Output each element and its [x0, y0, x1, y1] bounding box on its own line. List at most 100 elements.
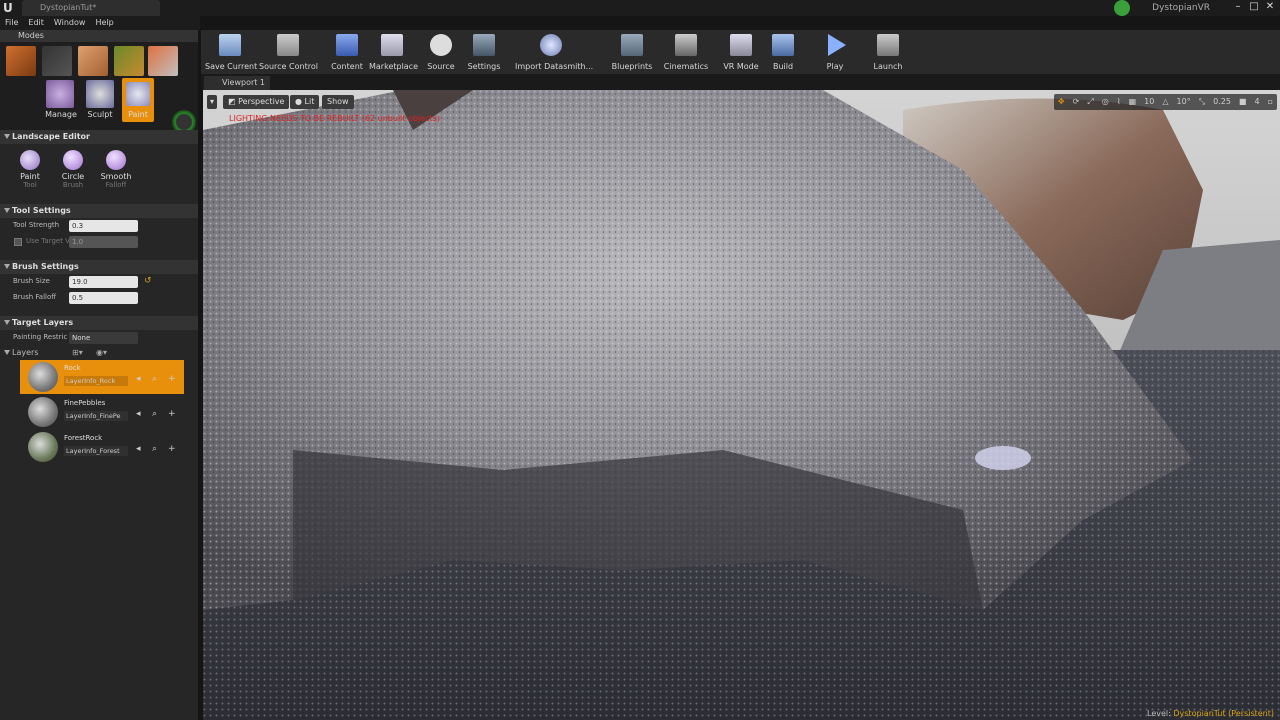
foliage-mode-icon[interactable]	[114, 46, 144, 76]
viewport-options-button[interactable]: ▾	[207, 95, 218, 109]
settings-icon	[473, 34, 495, 56]
unreal-logo-icon[interactable]: U	[3, 1, 15, 15]
sculpt-icon[interactable]	[86, 80, 114, 108]
scale-snap-value[interactable]: 0.25	[1209, 94, 1235, 110]
save-current-button[interactable]: Save Current	[205, 32, 257, 72]
layer-item-finepebbles[interactable]: FinePebbles LayerInfo_FinePe ◂ ⌕ +	[20, 395, 184, 429]
layer-item-forestrock[interactable]: ForestRock LayerInfo_Forest ◂ ⌕ +	[20, 430, 184, 464]
tool-strength-field[interactable]: 0.3	[69, 220, 138, 232]
vr-mode-button[interactable]: VR Mode	[721, 32, 761, 72]
scale-icon[interactable]: ⤢	[1083, 94, 1097, 110]
source-icon	[430, 34, 452, 56]
lit-button[interactable]: ● Lit	[290, 95, 320, 109]
surface-snap-icon[interactable]: ⌇	[1113, 94, 1125, 110]
show-button[interactable]: Show	[322, 95, 354, 109]
close-icon[interactable]: ✕	[1262, 0, 1278, 14]
use-target-checkbox[interactable]	[14, 238, 22, 246]
perspective-button[interactable]: ◩ Perspective	[223, 95, 290, 109]
arrow-left-icon[interactable]: ◂	[136, 444, 141, 454]
circle-brush-sub: Brush	[62, 181, 84, 189]
landscape-editor-header[interactable]: Landscape Editor	[0, 130, 198, 144]
brush-falloff-field[interactable]: 0.5	[69, 292, 138, 304]
minimize-icon[interactable]: –	[1230, 0, 1246, 14]
source-button[interactable]: Source	[423, 32, 459, 72]
play-icon	[828, 34, 846, 56]
arrow-left-icon[interactable]: ◂	[136, 409, 141, 419]
marketplace-label: Marketplace	[369, 62, 419, 71]
circle-brush-button[interactable]: Circle Brush	[53, 150, 93, 189]
smooth-falloff-button[interactable]: Smooth Falloff	[96, 150, 136, 189]
cinematics-button[interactable]: Cinematics	[663, 32, 709, 72]
plus-icon[interactable]: +	[168, 409, 176, 419]
layer-item-rock[interactable]: Rock LayerInfo_Rock ◂ ⌕ +	[20, 360, 184, 394]
layer-info-forestrock[interactable]: LayerInfo_Forest	[64, 446, 128, 456]
modes-header: Modes	[0, 30, 198, 42]
landscape-editor-title: Landscape Editor	[12, 132, 90, 141]
angle-snap-icon[interactable]: △	[1158, 94, 1172, 110]
play-button[interactable]: Play	[823, 32, 847, 72]
menu-help[interactable]: Help	[90, 16, 118, 30]
viewport-tab[interactable]: Viewport 1	[204, 76, 270, 90]
import-datasmith-button[interactable]: Import Datasmith...	[515, 32, 593, 72]
maximize-icon[interactable]: □	[1246, 0, 1262, 14]
menu-edit[interactable]: Edit	[23, 16, 49, 30]
plus-icon[interactable]: +	[168, 444, 176, 454]
perspective-label: Perspective	[238, 97, 285, 106]
layer-info-rock[interactable]: LayerInfo_Rock	[64, 376, 128, 386]
search-icon[interactable]: ⌕	[152, 374, 157, 384]
paint-label: Paint	[128, 110, 148, 119]
layer-name-finepebbles: FinePebbles	[64, 399, 106, 407]
search-icon[interactable]: ⌕	[152, 409, 157, 419]
layer-info-finepebbles[interactable]: LayerInfo_FinePe	[64, 411, 128, 421]
settings-button[interactable]: Settings	[465, 32, 503, 72]
reset-arrow-icon[interactable]: ↺	[144, 276, 152, 286]
plus-icon[interactable]: +	[168, 374, 176, 384]
geometry-mode-icon[interactable]	[148, 46, 178, 76]
paint-tool-button[interactable]: Paint Tool	[10, 150, 50, 189]
menu-file[interactable]: File	[0, 16, 23, 30]
level-viewport[interactable]: ▾ ◩ Perspective ● Lit Show LIGHTING NEED…	[203, 90, 1280, 720]
use-target-field[interactable]: 1.0	[69, 236, 138, 248]
visibility-icon[interactable]: ◉▾	[96, 346, 107, 360]
launch-label: Launch	[873, 62, 903, 71]
camera-speed-value[interactable]: 4	[1250, 94, 1263, 110]
paint-brush-mode-icon[interactable]	[42, 46, 72, 76]
tool-settings-header[interactable]: Tool Settings	[0, 204, 198, 218]
vr-mode-label: VR Mode	[723, 62, 759, 71]
layers-header[interactable]: Layers ⊞▾ ◉▾	[0, 346, 198, 360]
camera-speed-icon[interactable]: ■	[1235, 94, 1251, 110]
translate-icon[interactable]: ✥	[1054, 94, 1069, 110]
scale-snap-icon[interactable]: ⤡	[1195, 94, 1209, 110]
document-tab[interactable]: DystopianTut*	[22, 0, 160, 16]
source-label: Source	[427, 62, 455, 71]
place-mode-icon[interactable]	[6, 46, 36, 76]
marketplace-button[interactable]: Marketplace	[369, 32, 419, 72]
blueprints-button[interactable]: Blueprints	[611, 32, 653, 72]
launch-button[interactable]: Launch	[873, 32, 903, 72]
grid-size-value[interactable]: 10	[1140, 94, 1158, 110]
landscape-mode-icon[interactable]	[78, 46, 108, 76]
finepebbles-thumbnail	[28, 397, 58, 427]
project-name: DystopianVR	[1152, 3, 1210, 13]
grid-snap-icon[interactable]: ▦	[1125, 94, 1141, 110]
world-icon[interactable]: ◎	[1098, 94, 1113, 110]
layers-label: Layers	[12, 348, 39, 357]
arrow-left-icon[interactable]: ◂	[136, 374, 141, 384]
painting-restrict-dropdown[interactable]: None	[69, 332, 138, 344]
layer-add-icon[interactable]: ⊞▾	[72, 346, 83, 360]
source-control-button[interactable]: Source Control	[259, 32, 318, 72]
brush-size-field[interactable]: 19.0	[69, 276, 138, 288]
target-layers-header[interactable]: Target Layers	[0, 316, 198, 330]
tool-strength-row: Tool Strength 0.3	[0, 218, 198, 234]
datasmith-icon	[540, 34, 562, 56]
search-icon[interactable]: ⌕	[152, 444, 157, 454]
manage-icon[interactable]	[46, 80, 74, 108]
maximize-viewport-icon[interactable]: ▫	[1264, 94, 1277, 110]
build-button[interactable]: Build	[771, 32, 795, 72]
angle-snap-value[interactable]: 10°	[1173, 94, 1195, 110]
content-button[interactable]: Content	[327, 32, 367, 72]
menu-window[interactable]: Window	[49, 16, 91, 30]
rotate-icon[interactable]: ⟳	[1069, 94, 1084, 110]
brush-settings-header[interactable]: Brush Settings	[0, 260, 198, 274]
manage-label: Manage	[45, 110, 77, 119]
